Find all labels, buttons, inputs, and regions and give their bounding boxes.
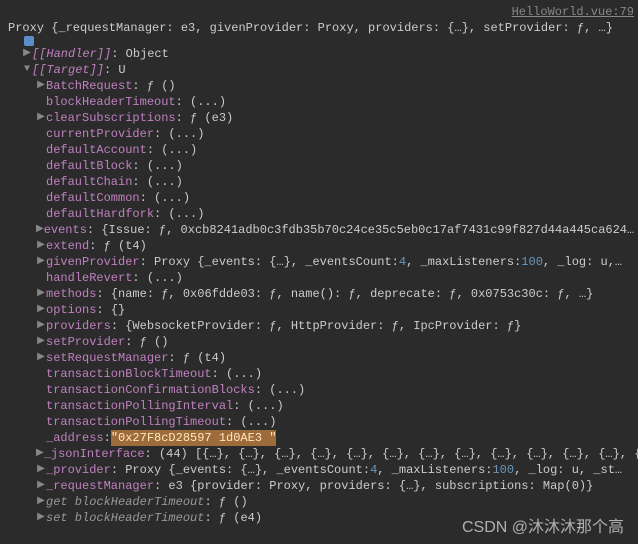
icon-row [4, 36, 634, 46]
prop-row[interactable]: transactionPollingInterval: (...) [4, 398, 634, 414]
prop-row[interactable]: defaultBlock: (...) [4, 158, 634, 174]
prop-row[interactable]: defaultAccount: (...) [4, 142, 634, 158]
prop-row[interactable]: defaultCommon: (...) [4, 190, 634, 206]
expand-icon[interactable] [36, 254, 46, 270]
target-val: : U [104, 62, 126, 78]
root-line[interactable]: Proxy {_requestManager: e3, givenProvide… [4, 20, 634, 36]
handler-row[interactable]: [[Handler]] : Object [4, 46, 634, 62]
expand-icon[interactable] [36, 510, 46, 526]
expand-icon[interactable] [36, 478, 46, 494]
prop-row[interactable]: _requestManager: e3 {provider: Proxy, pr… [4, 478, 634, 494]
expand-icon[interactable] [36, 462, 46, 478]
prop-row[interactable]: clearSubscriptions: ƒ (e3) [4, 110, 634, 126]
expand-icon[interactable] [36, 110, 46, 126]
expand-icon[interactable] [36, 494, 46, 510]
root-text: Proxy {_requestManager: e3, givenProvide… [8, 20, 613, 36]
prop-row[interactable]: handleRevert: (...) [4, 270, 634, 286]
prop-row[interactable]: set blockHeaderTimeout: ƒ (e4) [4, 510, 634, 526]
prop-row[interactable]: defaultChain: (...) [4, 174, 634, 190]
object-icon [24, 36, 34, 46]
expand-icon[interactable] [36, 286, 46, 302]
target-key: [[Target]] [32, 62, 104, 78]
expand-icon[interactable] [36, 334, 46, 350]
prop-row[interactable]: currentProvider: (...) [4, 126, 634, 142]
prop-row[interactable]: blockHeaderTimeout: (...) [4, 94, 634, 110]
prop-row[interactable]: _jsonInterface: (44) [{…}, {…}, {…}, {…}… [4, 446, 634, 462]
source-link[interactable]: HelloWorld.vue:79 [512, 4, 634, 20]
prop-row-provider[interactable]: _provider : Proxy {_events: {…}, _events… [4, 462, 634, 478]
handler-key: [[Handler]] [32, 46, 111, 62]
address-value: "0x27F8cD28597 1d0AE3 " [111, 430, 277, 446]
prop-row[interactable]: extend: ƒ (t4) [4, 238, 634, 254]
prop-row[interactable]: setProvider: ƒ () [4, 334, 634, 350]
expand-icon[interactable] [36, 78, 46, 94]
expand-icon[interactable] [36, 446, 44, 462]
expand-icon[interactable] [36, 238, 46, 254]
expand-icon[interactable] [22, 46, 32, 62]
prop-row[interactable]: setRequestManager: ƒ (t4) [4, 350, 634, 366]
prop-row[interactable]: BatchRequest: ƒ () [4, 78, 634, 94]
source-link-row: HelloWorld.vue:79 [4, 4, 634, 20]
prop-row[interactable]: events: {Issue: ƒ, 0xcb8241adb0c3fdb35b7… [4, 222, 634, 238]
prop-row[interactable]: transactionBlockTimeout: (...) [4, 366, 634, 382]
prop-row-address[interactable]: _address : "0x27F8cD28597 1d0AE3 " [4, 430, 634, 446]
prop-row-given-provider[interactable]: givenProvider : Proxy {_events: {…}, _ev… [4, 254, 634, 270]
prop-row[interactable]: methods: {name: ƒ, 0x06fdde03: ƒ, name()… [4, 286, 634, 302]
expand-icon[interactable] [36, 302, 46, 318]
expand-icon[interactable] [36, 350, 46, 366]
prop-row[interactable]: transactionPollingTimeout: (...) [4, 414, 634, 430]
handler-val: : Object [111, 46, 169, 62]
prop-row[interactable]: get blockHeaderTimeout: ƒ () [4, 494, 634, 510]
expand-icon[interactable] [36, 318, 46, 334]
expand-icon[interactable] [36, 222, 44, 238]
target-row[interactable]: [[Target]] : U [4, 62, 634, 78]
prop-row[interactable]: defaultHardfork: (...) [4, 206, 634, 222]
expand-icon[interactable] [22, 62, 32, 78]
prop-row[interactable]: transactionConfirmationBlocks: (...) [4, 382, 634, 398]
prop-row[interactable]: options: {} [4, 302, 634, 318]
prop-row[interactable]: providers: {WebsocketProvider: ƒ, HttpPr… [4, 318, 634, 334]
